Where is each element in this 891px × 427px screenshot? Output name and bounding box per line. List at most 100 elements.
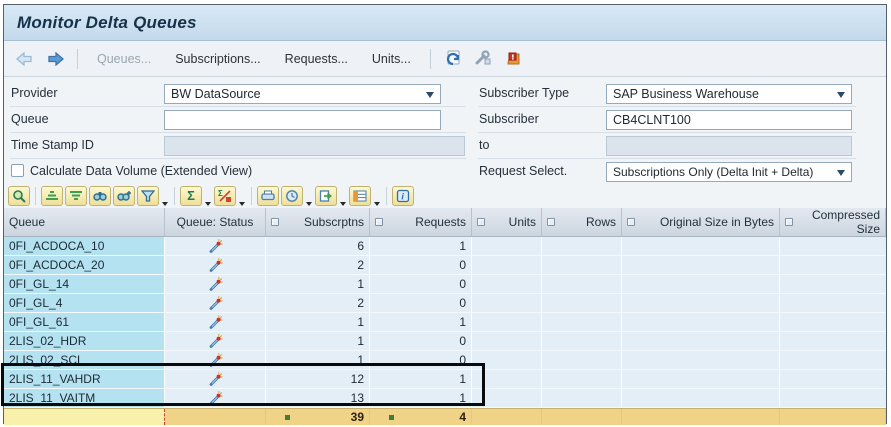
subscrptns-cell[interactable]: 1: [266, 313, 370, 332]
original-size-cell[interactable]: [622, 256, 780, 275]
units-cell[interactable]: [472, 389, 542, 408]
requests-cell[interactable]: 0: [370, 332, 472, 351]
queue-status-cell[interactable]: [165, 294, 266, 313]
subscrptns-cell[interactable]: 1: [266, 351, 370, 370]
requests-cell[interactable]: 0: [370, 294, 472, 313]
grid-row[interactable]: 0FI_GL_61 1 1: [4, 313, 886, 332]
column-header-requests[interactable]: Requests: [370, 208, 472, 236]
queue-name-cell[interactable]: 2LIS_11_VAITM: [4, 389, 165, 408]
compressed-size-cell[interactable]: [780, 275, 886, 294]
requests-cell[interactable]: 1: [370, 370, 472, 389]
units-cell[interactable]: [472, 351, 542, 370]
requests-cell[interactable]: 1: [370, 237, 472, 256]
requests-button[interactable]: Requests...: [277, 49, 356, 69]
subscrptns-cell[interactable]: 2: [266, 294, 370, 313]
rows-cell[interactable]: [542, 332, 622, 351]
column-header-rows[interactable]: Rows: [542, 208, 622, 236]
units-cell[interactable]: [472, 370, 542, 389]
services-button[interactable]: [472, 49, 494, 69]
column-header-queue[interactable]: Queue: [4, 208, 165, 236]
forward-button[interactable]: [44, 50, 66, 68]
queue-status-cell[interactable]: [165, 313, 266, 332]
original-size-cell[interactable]: [622, 313, 780, 332]
column-header-units[interactable]: Units: [472, 208, 542, 236]
queue-status-cell[interactable]: [165, 370, 266, 389]
export-dropdown-arrow[interactable]: [340, 202, 346, 206]
back-button[interactable]: [14, 50, 36, 68]
queue-status-cell[interactable]: [165, 389, 266, 408]
requests-cell[interactable]: 0: [370, 351, 472, 370]
subscrptns-cell[interactable]: 2: [266, 256, 370, 275]
compressed-size-cell[interactable]: [780, 332, 886, 351]
grid-row[interactable]: 0FI_GL_14 1 0: [4, 275, 886, 294]
subscrptns-cell[interactable]: 12: [266, 370, 370, 389]
total-dropdown-arrow[interactable]: [205, 202, 211, 206]
original-size-cell[interactable]: [622, 237, 780, 256]
info-button[interactable]: i: [392, 185, 414, 206]
subscriptions-button[interactable]: Subscriptions...: [167, 49, 268, 69]
units-cell[interactable]: [472, 237, 542, 256]
total-button[interactable]: Σ: [180, 185, 202, 206]
queue-status-cell[interactable]: [165, 332, 266, 351]
grid-row[interactable]: 2LIS_11_VAITM 13 1: [4, 389, 886, 408]
views-dropdown-arrow[interactable]: [306, 202, 312, 206]
original-size-cell[interactable]: [622, 389, 780, 408]
compressed-size-cell[interactable]: [780, 237, 886, 256]
find-button[interactable]: [89, 185, 111, 206]
column-header-original-size[interactable]: Original Size in Bytes: [622, 208, 780, 236]
queue-input[interactable]: [164, 110, 441, 130]
queue-name-cell[interactable]: 0FI_ACDOCA_20: [4, 256, 165, 275]
column-header-subscrptns[interactable]: Subscrptns: [266, 208, 370, 236]
queue-status-cell[interactable]: [165, 256, 266, 275]
grid-row[interactable]: 2LIS_02_HDR 1 0: [4, 332, 886, 351]
grid-row[interactable]: 2LIS_02_SCL 1 0: [4, 351, 886, 370]
subscriber-type-dropdown[interactable]: SAP Business Warehouse: [606, 84, 852, 104]
original-size-cell[interactable]: [622, 370, 780, 389]
subtotal-button[interactable]: Σ: [214, 185, 236, 206]
compressed-size-cell[interactable]: [780, 389, 886, 408]
subscrptns-cell[interactable]: 6: [266, 237, 370, 256]
requests-cell[interactable]: 1: [370, 389, 472, 408]
rows-cell[interactable]: [542, 370, 622, 389]
requests-cell[interactable]: 1: [370, 313, 472, 332]
grid-row[interactable]: 2LIS_11_VAHDR 12 1: [4, 370, 886, 389]
subscrptns-cell[interactable]: 1: [266, 275, 370, 294]
queue-status-cell[interactable]: [165, 351, 266, 370]
column-header-queue-status[interactable]: Queue: Status: [165, 208, 266, 236]
compressed-size-cell[interactable]: [780, 370, 886, 389]
refresh-button[interactable]: [442, 49, 464, 69]
units-cell[interactable]: [472, 275, 542, 294]
rows-cell[interactable]: [542, 389, 622, 408]
rows-cell[interactable]: [542, 351, 622, 370]
units-cell[interactable]: [472, 313, 542, 332]
find-next-button[interactable]: [113, 185, 135, 206]
original-size-cell[interactable]: [622, 351, 780, 370]
alerts-button[interactable]: [502, 49, 524, 69]
queue-status-cell[interactable]: [165, 275, 266, 294]
grid-row[interactable]: 0FI_ACDOCA_20 2 0: [4, 256, 886, 275]
filter-button[interactable]: [137, 185, 159, 206]
layout-button[interactable]: [349, 185, 371, 206]
queue-name-cell[interactable]: 2LIS_02_HDR: [4, 332, 165, 351]
queue-name-cell[interactable]: 2LIS_02_SCL: [4, 351, 165, 370]
subscrptns-cell[interactable]: 13: [266, 389, 370, 408]
request-select-dropdown[interactable]: Subscriptions Only (Delta Init + Delta): [606, 162, 852, 182]
compressed-size-cell[interactable]: [780, 256, 886, 275]
filter-dropdown-arrow[interactable]: [162, 202, 168, 206]
queue-name-cell[interactable]: 0FI_ACDOCA_10: [4, 237, 165, 256]
compressed-size-cell[interactable]: [780, 294, 886, 313]
sort-descending-button[interactable]: [65, 185, 87, 206]
details-button[interactable]: [8, 185, 30, 206]
rows-cell[interactable]: [542, 237, 622, 256]
units-cell[interactable]: [472, 256, 542, 275]
rows-cell[interactable]: [542, 313, 622, 332]
grid-row[interactable]: 0FI_ACDOCA_10 6 1: [4, 237, 886, 256]
grid-row[interactable]: 0FI_GL_4 2 0: [4, 294, 886, 313]
provider-dropdown[interactable]: BW DataSource: [164, 84, 441, 104]
compressed-size-cell[interactable]: [780, 351, 886, 370]
queue-name-cell[interactable]: 0FI_GL_14: [4, 275, 165, 294]
subscrptns-cell[interactable]: 1: [266, 332, 370, 351]
original-size-cell[interactable]: [622, 294, 780, 313]
rows-cell[interactable]: [542, 256, 622, 275]
rows-cell[interactable]: [542, 275, 622, 294]
